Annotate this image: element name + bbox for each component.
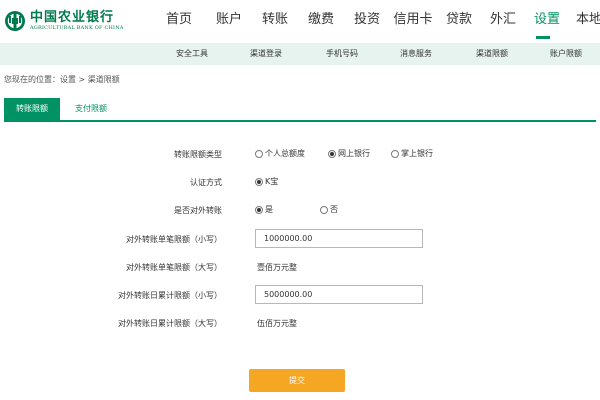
nav-item-local[interactable]: 本地: [572, 0, 600, 40]
nav-item-investment[interactable]: 投资: [348, 0, 386, 40]
nav-item-settings[interactable]: 设置: [528, 0, 566, 40]
single-limit-big-value: 壹佰万元整: [257, 263, 297, 272]
main-nav: 首页 账户 转账 缴费 投资 信用卡 贷款 外汇 设置 本地: [160, 0, 600, 40]
sub-nav: 安全工具 渠道登录 手机号码 消息服务 渠道限额 账户限额: [0, 43, 600, 65]
daily-limit-big-label: 对外转账日累计限额（大写）: [118, 319, 222, 328]
subnav-item-message-service[interactable]: 消息服务: [400, 43, 432, 65]
submit-button[interactable]: 提交: [249, 369, 345, 392]
subnav-item-account-limit[interactable]: 账户限额: [550, 43, 582, 65]
nav-item-transfer[interactable]: 转账: [256, 0, 294, 40]
breadcrumb: 您现在的位置：设置 > 渠道限额: [4, 75, 120, 84]
subnav-item-security-tools[interactable]: 安全工具: [176, 43, 208, 65]
daily-limit-small-label: 对外转账日累计限额（小写）: [118, 291, 222, 300]
radio-external-yes[interactable]: 是: [255, 204, 273, 215]
single-limit-small-label: 对外转账单笔限额（小写）: [126, 235, 222, 244]
limit-tabs: 转账限额 支付限额: [0, 98, 600, 120]
radio-circle: [320, 205, 328, 214]
bank-name-cn: 中国农业银行: [30, 10, 115, 25]
external-transfer-label: 是否对外转账: [174, 206, 222, 215]
radio-online-banking[interactable]: 网上银行: [328, 148, 370, 159]
limit-type-label: 转账限额类型: [174, 150, 222, 159]
subnav-item-channel-login[interactable]: 渠道登录: [250, 43, 282, 65]
abc-coin-logo-icon: [5, 11, 25, 31]
radio-mobile-banking[interactable]: 掌上银行: [391, 148, 433, 159]
nav-item-credit-card[interactable]: 信用卡: [392, 0, 434, 40]
radio-label: 是: [265, 205, 273, 214]
radio-label: 掌上银行: [401, 149, 433, 158]
radio-circle: [391, 149, 399, 158]
daily-limit-big-value: 伍佰万元整: [257, 319, 297, 328]
radio-circle: [328, 149, 336, 158]
single-limit-small-input[interactable]: [255, 229, 423, 248]
radio-circle: [255, 149, 263, 158]
radio-external-no[interactable]: 否: [320, 204, 338, 215]
radio-circle: [255, 177, 263, 186]
nav-item-payment[interactable]: 缴费: [302, 0, 340, 40]
nav-item-forex[interactable]: 外汇: [484, 0, 522, 40]
subnav-item-channel-limit[interactable]: 渠道限额: [476, 43, 508, 65]
nav-active-indicator: [536, 36, 550, 39]
radio-label: 否: [330, 205, 338, 214]
radio-personal-total[interactable]: 个人总额度: [255, 148, 305, 159]
daily-limit-small-input[interactable]: [255, 285, 423, 304]
tab-transfer-limit[interactable]: 转账限额: [4, 98, 60, 120]
nav-item-home[interactable]: 首页: [160, 0, 198, 40]
bank-name-en: AGRICULTURAL BANK OF CHINA: [30, 25, 124, 31]
tab-divider: [4, 120, 596, 122]
radio-label: K宝: [265, 177, 279, 186]
subnav-item-phone-number[interactable]: 手机号码: [326, 43, 358, 65]
tab-payment-limit[interactable]: 支付限额: [60, 98, 122, 120]
radio-label: 网上银行: [338, 149, 370, 158]
radio-k-bao[interactable]: K宝: [255, 176, 278, 187]
bank-logo[interactable]: 中国农业银行 AGRICULTURAL BANK OF CHINA: [4, 6, 124, 36]
single-limit-big-label: 对外转账单笔限额（大写）: [126, 263, 222, 272]
auth-method-label: 认证方式: [190, 178, 222, 187]
radio-label: 个人总额度: [265, 149, 305, 158]
radio-circle: [255, 205, 263, 214]
nav-item-account[interactable]: 账户: [210, 0, 248, 40]
nav-item-loan[interactable]: 贷款: [440, 0, 478, 40]
header: 中国农业银行 AGRICULTURAL BANK OF CHINA 首页 账户 …: [0, 0, 600, 40]
